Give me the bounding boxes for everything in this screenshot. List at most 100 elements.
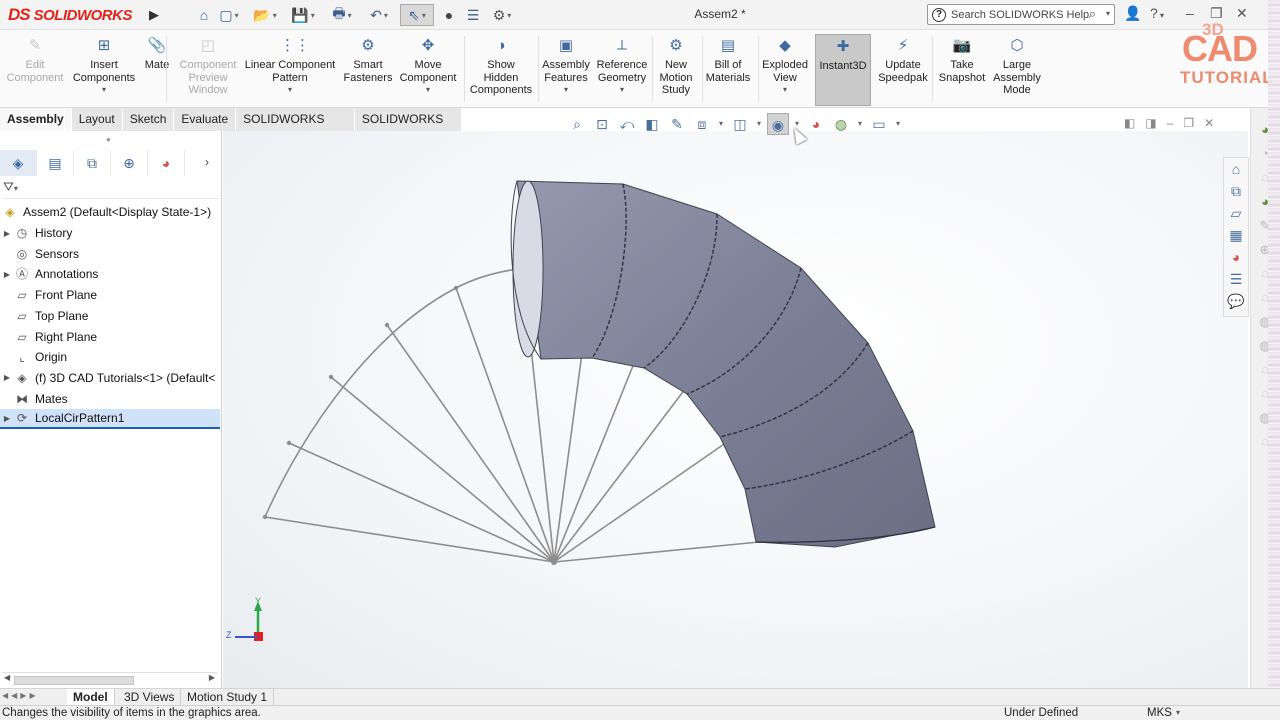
scrollbar-thumb[interactable] bbox=[14, 676, 134, 685]
tree-item[interactable]: ▱ Right Plane bbox=[0, 327, 97, 347]
zoom-to-fit-icon[interactable]: ⌕ bbox=[566, 113, 588, 135]
tab-solidworks-add-ins[interactable]: SOLIDWORKS Add-Ins bbox=[236, 108, 355, 149]
expand-caret-icon[interactable]: ▶ bbox=[0, 373, 14, 382]
linear-component-pattern-button[interactable]: ⋮⋮ Linear Component Pattern ▾ bbox=[243, 34, 337, 106]
instant3d-button[interactable]: ✚ Instant3D bbox=[815, 34, 871, 106]
home-icon[interactable]: ⌂ bbox=[192, 4, 216, 26]
tree-item[interactable]: ◎ Sensors bbox=[0, 244, 79, 264]
solidworks-logo[interactable]: DS SOLIDWORKS bbox=[8, 3, 132, 27]
linear-component-pattern-dropdown-icon[interactable]: ▾ bbox=[288, 85, 292, 94]
tree-item[interactable]: ▱ Front Plane bbox=[0, 285, 97, 305]
tab-solidworks-mbd[interactable]: SOLIDWORKS MBD bbox=[354, 108, 462, 149]
component-preview-window-button[interactable]: ◰ Component Preview Window bbox=[176, 34, 240, 106]
unit-system[interactable]: MKS bbox=[1147, 706, 1172, 720]
bill-of-materials-button[interactable]: ▤ Bill of Materials bbox=[704, 34, 752, 106]
traffic-light-icon[interactable]: ● bbox=[440, 4, 458, 26]
dynamic-annotation-icon[interactable]: ✎ bbox=[666, 113, 688, 135]
unit-system-dropdown-icon[interactable]: ▾ bbox=[1176, 706, 1180, 720]
mate-button[interactable]: 📎 Mate bbox=[142, 34, 172, 106]
print-icon[interactable]: 🖶 ▾ bbox=[328, 4, 356, 26]
tab-3d-views[interactable]: 3D Views bbox=[118, 689, 182, 706]
tab-model[interactable]: Model bbox=[67, 689, 115, 706]
graphics-area[interactable]: Y Z bbox=[223, 131, 1248, 688]
search-help-box[interactable]: ? Search SOLIDWORKS Help ⌕ ▾ bbox=[927, 4, 1115, 25]
reference-geometry-dropdown-icon[interactable]: ▾ bbox=[620, 85, 624, 94]
search-icon[interactable]: ⌕ bbox=[1089, 6, 1096, 22]
tree-filter[interactable]: ⛛▾ bbox=[3, 179, 219, 199]
show-hidden-components-button[interactable]: ◑ Show Hidden Components bbox=[466, 34, 536, 106]
apply-scene-dropdown-icon[interactable]: ▾ bbox=[855, 113, 865, 135]
display-manager-tab-icon[interactable]: ◕ bbox=[148, 150, 185, 176]
section-view-icon[interactable]: ◧ bbox=[641, 113, 663, 135]
options-gear-icon[interactable]: ⚙ ▾ bbox=[486, 4, 518, 26]
menu-expand-arrow-icon[interactable]: ▶ bbox=[146, 5, 162, 25]
tab-evaluate[interactable]: Evaluate bbox=[174, 108, 237, 131]
tree-horizontal-scrollbar[interactable]: ◀ ▶ bbox=[2, 672, 217, 686]
file-properties-icon[interactable]: ☰ bbox=[462, 4, 484, 26]
tile-left-icon[interactable]: ◧ bbox=[1124, 116, 1135, 130]
tab-nav-arrows-icon[interactable]: ◀◀▶▶ bbox=[2, 691, 39, 700]
new-motion-study-button[interactable]: ⚙ New Motion Study bbox=[654, 34, 698, 106]
appearances-scenes-icon[interactable]: ◕ bbox=[1224, 246, 1248, 268]
view-palette-icon[interactable]: ▦ bbox=[1224, 224, 1248, 246]
tree-item[interactable]: ▱ Top Plane bbox=[0, 306, 88, 326]
configuration-manager-tab-icon[interactable]: ⧉ bbox=[74, 150, 111, 176]
view-orientation-icon[interactable]: ⧈ bbox=[691, 113, 713, 135]
user-account-icon[interactable]: 👤 bbox=[1124, 5, 1141, 22]
doc-restore-icon[interactable]: ❐ bbox=[1183, 116, 1194, 130]
reference-geometry-button[interactable]: ⟂ Reference Geometry ▾ bbox=[595, 34, 649, 106]
tab-sketch[interactable]: Sketch bbox=[122, 108, 175, 131]
expand-caret-icon[interactable]: ▶ bbox=[0, 229, 14, 238]
update-speedpak-button[interactable]: ⚡ Update Speedpak bbox=[874, 34, 932, 106]
save-icon[interactable]: 💾 ▾ bbox=[290, 4, 316, 26]
tree-item[interactable]: ▶ Ⓐ Annotations bbox=[0, 264, 98, 284]
doc-minimize-icon[interactable]: – bbox=[1167, 116, 1174, 130]
select-arrow-icon[interactable]: ⇖ ▾ bbox=[400, 4, 434, 26]
file-explorer-icon[interactable]: ▱ bbox=[1224, 202, 1248, 224]
property-manager-tab-icon[interactable]: ▤ bbox=[37, 150, 74, 176]
search-dropdown-icon[interactable]: ▾ bbox=[1106, 9, 1110, 18]
expand-caret-icon[interactable]: ▶ bbox=[0, 414, 14, 423]
tab-assembly[interactable]: Assembly bbox=[0, 108, 72, 131]
tree-root-assembly[interactable]: ◈ Assem2 (Default<Display State-1>) bbox=[2, 202, 211, 222]
tree-item[interactable]: ▶ ◈ (f) 3D CAD Tutorials<1> (Default< bbox=[0, 368, 215, 388]
doc-close-icon[interactable]: ✕ bbox=[1204, 116, 1214, 130]
tab-motion-study-1[interactable]: Motion Study 1 bbox=[181, 689, 275, 706]
tree-item[interactable]: ▶ ◷ History bbox=[0, 223, 72, 243]
dimxpert-tab-icon[interactable]: ⊕ bbox=[111, 150, 148, 176]
expand-caret-icon[interactable]: ▶ bbox=[0, 270, 14, 279]
apply-scene-icon[interactable]: ◍ bbox=[830, 113, 852, 135]
more-tabs-chevron-icon[interactable]: › bbox=[205, 155, 209, 169]
move-component-dropdown-icon[interactable]: ▾ bbox=[426, 85, 430, 94]
previous-view-icon[interactable]: ⤺ bbox=[616, 113, 638, 135]
insert-components-dropdown-icon[interactable]: ▾ bbox=[102, 85, 106, 94]
tree-item[interactable]: ⌞ Origin bbox=[0, 347, 67, 367]
zoom-to-area-icon[interactable]: ⊡ bbox=[591, 113, 613, 135]
view-settings-icon[interactable]: ▭ bbox=[868, 113, 890, 135]
open-icon[interactable]: 📂 ▾ bbox=[252, 4, 278, 26]
panel-grip-icon[interactable]: ● bbox=[106, 135, 111, 144]
help-menu-icon[interactable]: ? ▾ bbox=[1150, 5, 1164, 21]
hide-show-items-icon[interactable]: ◉ bbox=[767, 113, 789, 135]
insert-components-button[interactable]: ⊞ Insert Components ▾ bbox=[70, 34, 138, 106]
scroll-left-icon[interactable]: ◀ bbox=[4, 673, 10, 682]
exploded-view-button[interactable]: ◆ Exploded View ▾ bbox=[760, 34, 810, 106]
design-library-icon[interactable]: ⧉ bbox=[1224, 180, 1248, 202]
undo-icon[interactable]: ↶ ▾ bbox=[364, 4, 394, 26]
minimize-window-icon[interactable]: – bbox=[1186, 5, 1194, 21]
solidworks-resources-icon[interactable]: ⌂ bbox=[1224, 158, 1248, 180]
custom-properties-icon[interactable]: ☰ bbox=[1224, 268, 1248, 290]
view-settings-dropdown-icon[interactable]: ▾ bbox=[893, 113, 903, 135]
large-assembly-mode-button[interactable]: ⬡ Large Assembly Mode bbox=[990, 34, 1044, 106]
edit-appearance-icon[interactable]: ◕ bbox=[805, 113, 827, 135]
tab-layout[interactable]: Layout bbox=[71, 108, 123, 131]
tree-item[interactable]: ⧓ Mates bbox=[0, 389, 68, 409]
take-snapshot-button[interactable]: 📷 Take Snapshot bbox=[935, 34, 989, 106]
solidworks-forum-icon[interactable]: 💬 bbox=[1224, 290, 1248, 312]
exploded-view-dropdown-icon[interactable]: ▾ bbox=[783, 85, 787, 94]
scroll-right-icon[interactable]: ▶ bbox=[209, 673, 215, 682]
pipe-elbow-model[interactable] bbox=[510, 180, 936, 548]
filter-icon[interactable]: ⛛ bbox=[3, 179, 14, 194]
feature-tree-tab-icon[interactable]: ◈ bbox=[0, 150, 37, 176]
move-component-button[interactable]: ✥ Move Component ▾ bbox=[398, 34, 458, 106]
